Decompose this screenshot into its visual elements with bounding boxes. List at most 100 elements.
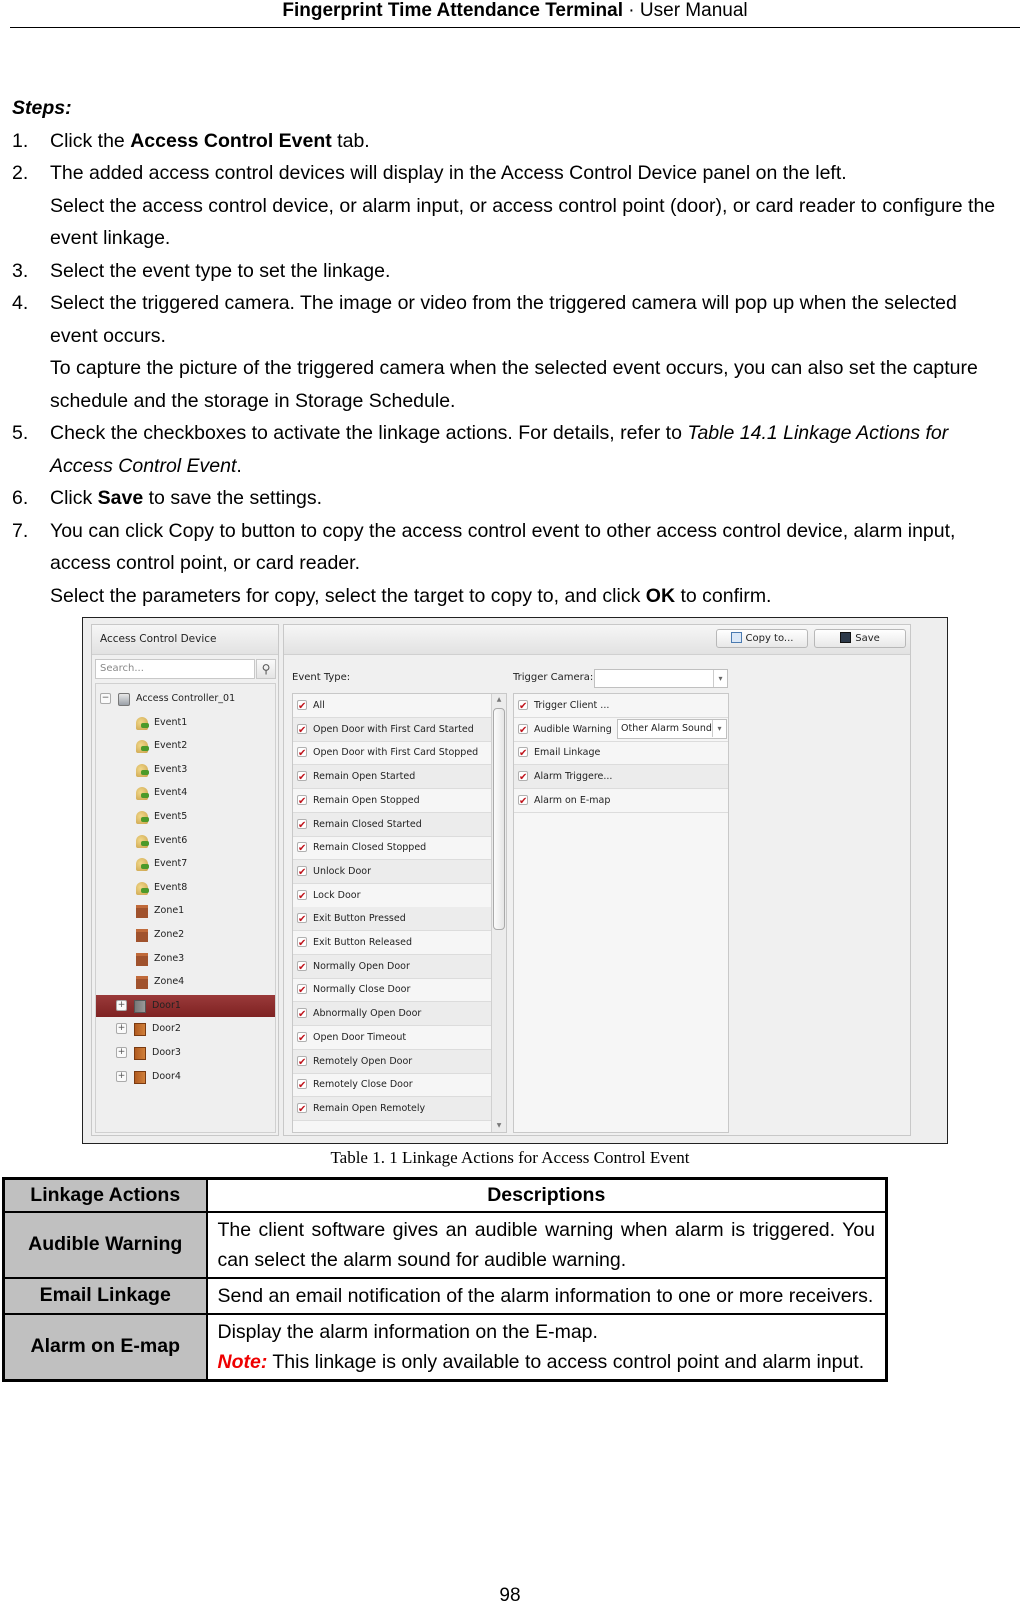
event-type-row[interactable]: Exit Button Released — [293, 931, 491, 955]
search-icon[interactable]: ⚲ — [256, 659, 276, 679]
checkbox[interactable] — [297, 885, 307, 908]
linkage-action-row[interactable]: Trigger Client ... — [514, 694, 728, 718]
event-type-row[interactable]: Remain Closed Started — [293, 812, 491, 837]
expand-icon[interactable]: + — [116, 999, 127, 1011]
tree-item-event1[interactable]: Event1 — [96, 712, 275, 734]
tree-item-label: Event3 — [154, 763, 188, 775]
tree-item-door3[interactable]: + Door3 — [96, 1042, 275, 1064]
event-type-row[interactable]: All — [293, 694, 491, 718]
linkage-action-row[interactable]: Alarm Triggere... — [514, 765, 728, 790]
description-text: Display the alarm information on the E-m… — [217, 1320, 598, 1343]
event-type-row[interactable]: Remain Open Remotely — [293, 1096, 491, 1121]
linkage-action-row[interactable]: Alarm on E-map — [514, 789, 728, 813]
step-1: 1. Click the Access Control Event tab. — [12, 125, 1012, 158]
event-type-row[interactable]: Normally Open Door — [293, 954, 491, 979]
tree-item-event5[interactable]: Event5 — [96, 806, 275, 828]
checkbox[interactable] — [297, 979, 307, 1002]
step-number: 3. — [12, 259, 29, 282]
alarm-sound-select[interactable]: Other Alarm Sound ▾ — [617, 718, 727, 739]
checkbox[interactable] — [297, 1098, 307, 1121]
checkbox[interactable] — [297, 1027, 307, 1050]
checkbox[interactable] — [297, 695, 307, 718]
event-type-row[interactable]: Remotely Open Door — [293, 1049, 491, 1074]
event-type-label: Open Door with First Card Started — [313, 723, 474, 735]
tree-item-access-controller-01[interactable]: − Access Controller_01 — [96, 688, 275, 710]
collapse-icon[interactable]: − — [100, 693, 111, 704]
page-number: 98 — [499, 1585, 521, 1606]
chevron-down-icon[interactable]: ▾ — [712, 719, 726, 737]
trigger-camera-select[interactable]: ▾ — [594, 669, 728, 688]
event-type-row[interactable]: Remain Open Started — [293, 765, 491, 790]
event-type-label: Remain Open Started — [313, 771, 416, 783]
search-input[interactable]: Search... — [95, 659, 255, 679]
linkage-action-row[interactable]: Audible Warning Other Alarm Sound▾ — [514, 718, 728, 742]
tree-item-door4[interactable]: + Door4 — [96, 1066, 275, 1088]
access-control-device-panel: Access Control Device Search... ⚲ − Acces… — [91, 624, 279, 1136]
checkbox[interactable] — [297, 719, 307, 742]
copy-to-button[interactable]: Copy to... — [716, 629, 808, 648]
checkbox[interactable] — [297, 1051, 307, 1074]
checkbox[interactable] — [297, 790, 307, 813]
checkbox[interactable] — [518, 695, 528, 718]
chevron-down-icon[interactable]: ▾ — [713, 670, 727, 687]
checkbox[interactable] — [297, 766, 307, 789]
trigger-camera-label: Trigger Camera: — [513, 672, 594, 683]
event-type-label: Open Door with First Card Stopped — [313, 747, 479, 759]
linkage-action-row[interactable]: Email Linkage — [514, 741, 728, 766]
tree-item-event4[interactable]: Event4 — [96, 782, 275, 804]
zone-icon — [136, 976, 148, 990]
checkbox[interactable] — [518, 790, 528, 813]
event-type-row[interactable]: Remotely Close Door — [293, 1073, 491, 1098]
event-type-row[interactable]: Remain Closed Stopped — [293, 836, 491, 861]
manual-title: Fingerprint Time Attendance Terminal — [282, 0, 624, 21]
tree-item-event7[interactable]: Event7 — [96, 853, 275, 875]
event-type-row[interactable]: Remain Open Stopped — [293, 789, 491, 813]
scroll-down-icon[interactable]: ▼ — [492, 1120, 506, 1132]
checkbox[interactable] — [297, 1074, 307, 1097]
checkbox[interactable] — [297, 956, 307, 979]
checkbox[interactable] — [297, 861, 307, 884]
event-type-row[interactable]: Open Door with First Card Started — [293, 717, 491, 742]
event-type-label: Remain Open Remotely — [313, 1102, 426, 1114]
scrollbar[interactable]: ▲ ▼ — [491, 694, 506, 1132]
checkbox[interactable] — [297, 1003, 307, 1026]
tree-item-event3[interactable]: Event3 — [96, 759, 275, 781]
checkbox[interactable] — [297, 932, 307, 955]
scroll-thumb[interactable] — [493, 708, 505, 930]
tree-item-door1[interactable]: + Door1 — [96, 994, 275, 1017]
table-header-row: Linkage Actions Descriptions — [2, 1177, 888, 1213]
tree-item-event6[interactable]: Event6 — [96, 830, 275, 852]
expand-icon[interactable]: + — [116, 1047, 127, 1058]
tree-item-event8[interactable]: Event8 — [96, 877, 275, 899]
linkage-action-label: Trigger Client ... — [534, 700, 610, 711]
tree-item-zone1[interactable]: Zone1 — [96, 900, 275, 922]
event-type-row[interactable]: Open Door with First Card Stopped — [293, 741, 491, 766]
tree-item-zone2[interactable]: Zone2 — [96, 924, 275, 946]
checkbox[interactable] — [518, 742, 528, 765]
event-type-row[interactable]: Unlock Door — [293, 859, 491, 884]
event-type-row[interactable]: Open Door Timeout — [293, 1026, 491, 1050]
checkbox[interactable] — [518, 719, 528, 742]
event-type-row[interactable]: Normally Close Door — [293, 978, 491, 1003]
save-button[interactable]: Save — [814, 629, 906, 648]
checkbox[interactable] — [297, 908, 307, 931]
note-label: Note: — [217, 1350, 268, 1373]
expand-icon[interactable]: + — [116, 1023, 127, 1035]
tree-item-event2[interactable]: Event2 — [96, 735, 275, 757]
event-type-row[interactable]: Lock Door — [293, 884, 491, 908]
access-controller-icon — [118, 693, 130, 706]
event-type-row[interactable]: Exit Button Pressed — [293, 907, 491, 932]
tree-item-door2[interactable]: + Door2 — [96, 1018, 275, 1040]
scroll-up-icon[interactable]: ▲ — [492, 694, 506, 706]
checkbox[interactable] — [297, 837, 307, 860]
tree-item-zone3[interactable]: Zone3 — [96, 948, 275, 970]
step-7: 7. You can click Copy to button to copy t… — [12, 515, 1012, 613]
tree-item-zone4[interactable]: Zone4 — [96, 971, 275, 993]
checkbox[interactable] — [297, 742, 307, 765]
tree-item-label: Door1 — [152, 999, 181, 1011]
checkbox[interactable] — [518, 766, 528, 789]
checkbox[interactable] — [297, 814, 307, 837]
event-type-row[interactable]: Abnormally Open Door — [293, 1002, 491, 1027]
manual-subtitle: User Manual — [639, 0, 748, 21]
expand-icon[interactable]: + — [116, 1070, 127, 1082]
